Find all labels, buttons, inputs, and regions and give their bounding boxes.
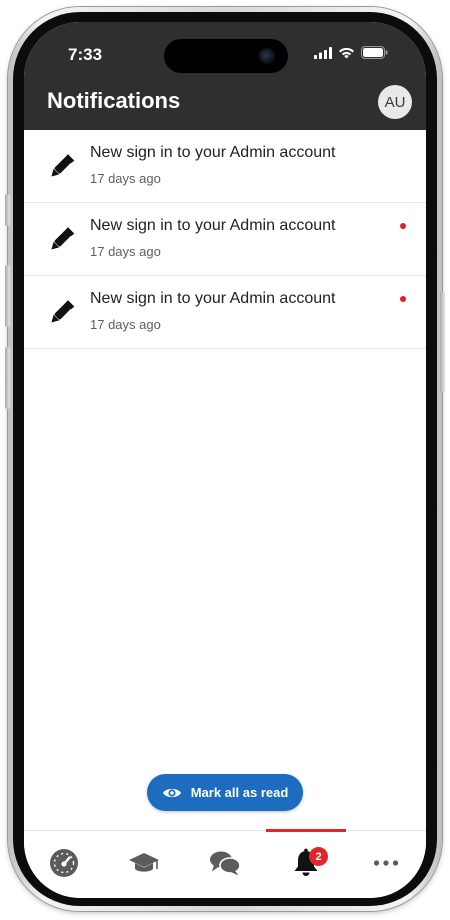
notification-title: New sign in to your Admin account xyxy=(90,290,336,307)
app-header: 7:33 Notifications AU xyxy=(24,22,426,130)
user-avatar[interactable]: AU xyxy=(378,85,412,119)
notification-item[interactable]: New sign in to your Admin account 17 day… xyxy=(24,130,426,203)
power-button xyxy=(440,292,445,392)
chat-bubbles-icon xyxy=(210,851,241,876)
pen-icon xyxy=(51,300,75,323)
unread-indicator xyxy=(400,223,406,229)
bottom-tab-bar: 2 xyxy=(24,829,426,898)
wifi-icon xyxy=(339,47,354,58)
unread-indicator xyxy=(400,296,406,302)
pen-icon xyxy=(51,154,75,177)
app-screen: 7:33 Notifications AU New sign in to you… xyxy=(24,22,426,898)
volume-up-button xyxy=(5,265,10,327)
more-dots-icon xyxy=(373,860,399,866)
tab-dashboard[interactable] xyxy=(34,841,94,885)
notification-title: New sign in to your Admin account xyxy=(90,217,336,234)
tab-messages[interactable] xyxy=(195,841,255,885)
mark-all-read-button[interactable]: Mark all as read xyxy=(147,774,303,811)
battery-icon xyxy=(361,46,388,59)
action-button xyxy=(5,194,10,226)
tab-notifications[interactable]: 2 xyxy=(276,841,336,885)
notification-list: New sign in to your Admin account 17 day… xyxy=(24,130,426,349)
dynamic-island xyxy=(164,39,288,73)
notification-item[interactable]: New sign in to your Admin account 17 day… xyxy=(24,276,426,349)
signal-icon xyxy=(314,46,332,59)
graduation-cap-icon xyxy=(129,853,159,872)
tab-courses[interactable] xyxy=(114,841,174,885)
page-title: Notifications xyxy=(47,88,181,113)
status-icons xyxy=(314,46,388,59)
volume-down-button xyxy=(5,347,10,409)
speedometer-icon xyxy=(50,849,78,877)
tab-more[interactable] xyxy=(356,841,416,885)
notification-time: 17 days ago xyxy=(90,244,161,259)
pen-icon xyxy=(51,227,75,250)
notification-title: New sign in to your Admin account xyxy=(90,144,336,161)
notification-time: 17 days ago xyxy=(90,171,161,186)
mark-all-read-label: Mark all as read xyxy=(190,785,289,800)
active-tab-indicator xyxy=(266,829,346,832)
status-time: 7:33 xyxy=(68,45,103,64)
notification-item[interactable]: New sign in to your Admin account 17 day… xyxy=(24,203,426,276)
notification-time: 17 days ago xyxy=(90,317,161,332)
eye-icon xyxy=(162,788,181,797)
notification-count-badge: 2 xyxy=(309,847,328,866)
camera-icon xyxy=(259,48,275,64)
